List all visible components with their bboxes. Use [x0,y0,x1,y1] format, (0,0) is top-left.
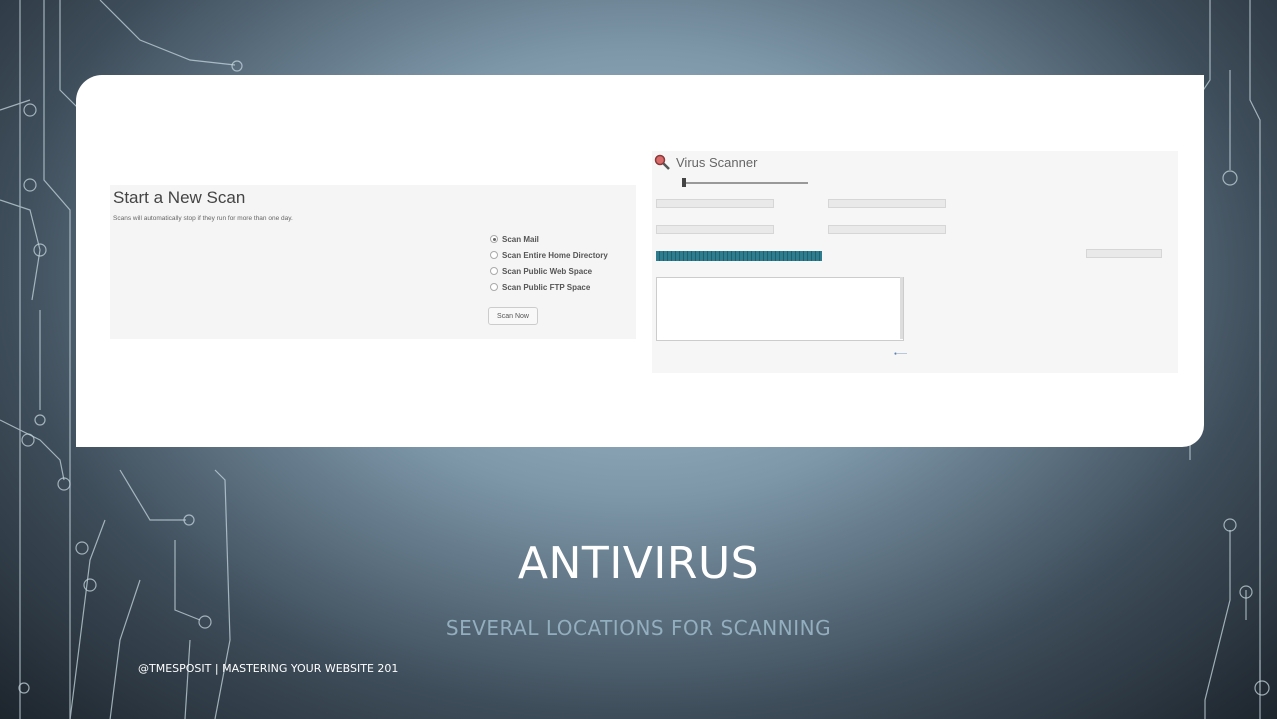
scanner-select-3[interactable] [1086,249,1162,258]
slide-footer: @TMESPOSIT | MASTERING YOUR WEBSITE 201 [138,662,399,675]
slide-title: ANTIVIRUS [517,538,760,589]
virus-scanner-header: Virus Scanner [654,154,757,170]
scanner-slider-handle[interactable] [682,178,686,187]
scan-option-label: Scan Entire Home Directory [502,250,608,260]
scan-option-ftp-space[interactable]: Scan Public FTP Space [490,279,608,295]
scan-option-label: Scan Public Web Space [502,266,593,276]
virus-scanner-panel: Virus Scanner ●—— [652,151,1178,373]
screenshot-card: Start a New Scan Scans will automaticall… [76,75,1204,447]
scan-panel-title: Start a New Scan [113,188,246,207]
radio-scan-home-directory[interactable] [490,251,498,259]
scan-option-mail[interactable]: Scan Mail [490,231,608,247]
scan-option-label: Scan Public FTP Space [502,282,591,292]
start-scan-panel: Start a New Scan Scans will automaticall… [110,185,636,339]
scanner-action-link[interactable]: ●—— [894,351,907,357]
scan-results-scrollbar[interactable] [900,277,903,339]
virus-scanner-title: Virus Scanner [676,154,758,170]
scanner-field-1[interactable] [656,199,774,208]
magnifier-icon [654,154,670,170]
scan-option-web-space[interactable]: Scan Public Web Space [490,263,608,279]
scan-option-home-directory[interactable]: Scan Entire Home Directory [490,247,608,263]
scanner-select-1[interactable] [656,225,774,234]
scan-options-group: Scan Mail Scan Entire Home Directory Sca… [490,231,608,295]
scan-progress-bar [656,251,822,261]
radio-scan-ftp-space[interactable] [490,283,498,291]
scan-panel-description: Scans will automatically stop if they ru… [113,215,293,222]
scanner-select-2[interactable] [828,225,946,234]
scanner-field-2[interactable] [828,199,946,208]
scan-results-textarea[interactable] [656,277,904,341]
radio-scan-web-space[interactable] [490,267,498,275]
scan-option-label: Scan Mail [502,234,539,244]
scanner-slider-track [682,182,808,184]
scan-now-button[interactable]: Scan Now [488,307,538,325]
slide-subtitle: SEVERAL LOCATIONS FOR SCANNING [445,616,832,640]
radio-scan-mail[interactable] [490,235,498,243]
